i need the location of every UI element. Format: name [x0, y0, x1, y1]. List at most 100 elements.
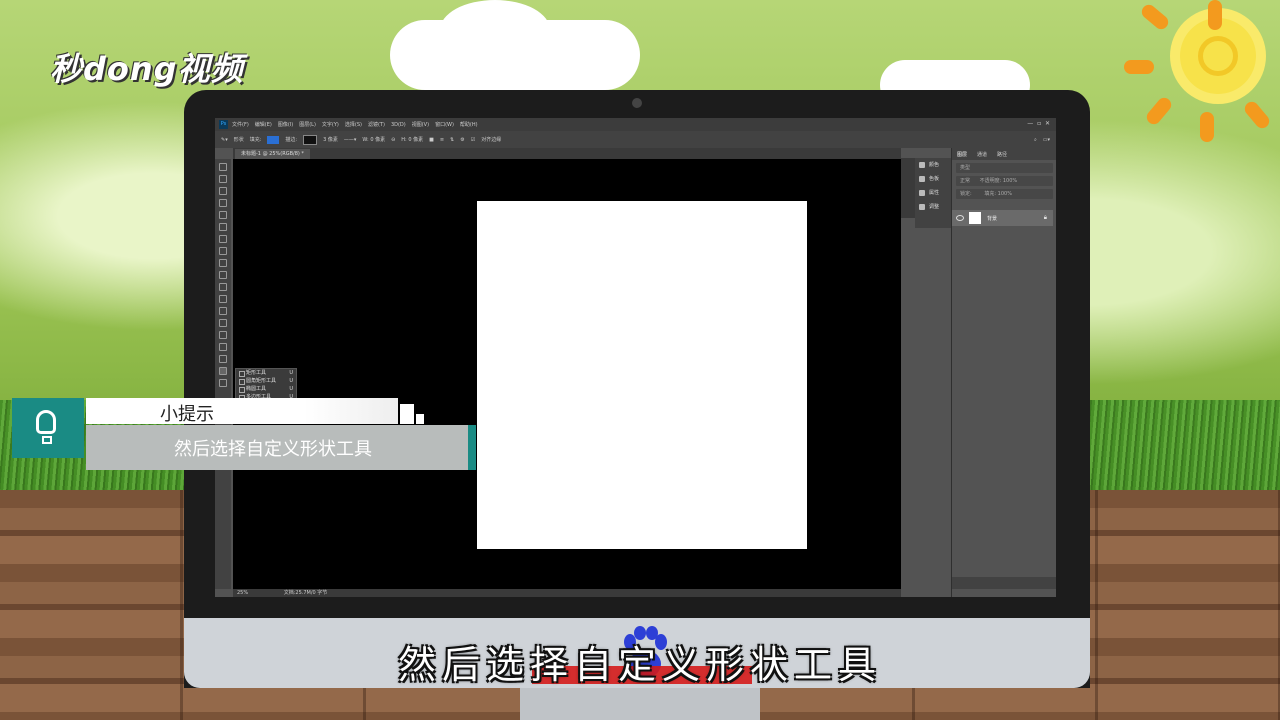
layers-panel: 图层 通道 路径 类型 正常 不透明度: 100% 锁定: 填充: 100% 背… — [951, 148, 1056, 597]
path-ops-icon[interactable]: ■ — [429, 137, 434, 143]
opacity-field[interactable]: 不透明度: 100% — [980, 178, 1018, 184]
menu-edit[interactable]: 编辑(E) — [255, 121, 272, 128]
stamp-tool-icon[interactable] — [219, 259, 227, 267]
lasso-tool-icon[interactable] — [219, 187, 227, 195]
fill-label: 填充: — [249, 137, 262, 143]
blur-tool-icon[interactable] — [219, 307, 227, 315]
fill-field[interactable]: 填充: 100% — [984, 191, 1012, 197]
stroke-size[interactable]: 3 像素 — [323, 136, 338, 143]
dodge-tool-icon[interactable] — [219, 319, 227, 327]
menu-image[interactable]: 图像(I) — [278, 121, 293, 128]
layers-footer-buttons[interactable] — [952, 577, 1056, 589]
flyout-item-key: U — [289, 386, 293, 392]
layers-panel-tabs: 图层 通道 路径 — [952, 148, 1056, 160]
tab-layers[interactable]: 图层 — [957, 151, 967, 158]
marquee-tool-icon[interactable] — [219, 175, 227, 183]
align-edges-label: 对齐边缘 — [481, 137, 502, 143]
dock-item-properties[interactable]: 属性 — [915, 186, 951, 200]
width-field[interactable]: W: 0 像素 — [362, 136, 385, 143]
quick-select-tool-icon[interactable] — [219, 199, 227, 207]
eye-icon[interactable] — [956, 215, 964, 221]
eraser-tool-icon[interactable] — [219, 283, 227, 291]
options-bar: ✎▾ 形状 填充: 描边: 3 像素 ——▾ W: 0 像素 ⊖ H: 0 像素… — [215, 131, 1056, 148]
tools-panel — [215, 159, 231, 589]
menu-file[interactable]: 文件(F) — [232, 121, 249, 128]
crop-tool-icon[interactable] — [219, 211, 227, 219]
panel-dock: 颜色 色板 属性 调整 — [915, 158, 951, 228]
subtitle-caption: 然后选择自定义形状工具 — [397, 643, 882, 687]
lightbulb-icon — [12, 398, 84, 458]
bulb-base — [42, 436, 52, 444]
path-arrange-icon[interactable]: ⇅ — [450, 137, 454, 143]
menu-select[interactable]: 选择(S) — [345, 121, 362, 128]
document-tab-bar: 未标题-1 @ 25%(RGB/8) * — [233, 148, 901, 159]
menu-window[interactable]: 窗口(W) — [435, 121, 454, 128]
window-controls[interactable]: — ▫ ✕ — [1027, 120, 1050, 127]
brush-tool-icon[interactable] — [219, 247, 227, 255]
gear-icon[interactable]: ⚙ — [460, 137, 464, 143]
bulb-shape — [36, 410, 56, 434]
dock-item-color[interactable]: 颜色 — [915, 158, 951, 172]
tab-paths[interactable]: 路径 — [997, 151, 1007, 158]
mode-select[interactable]: 形状 — [234, 136, 244, 143]
menu-help[interactable]: 帮助(H) — [460, 121, 478, 128]
shape-tool-icon[interactable]: ✎▾ — [221, 137, 228, 143]
dock-item-adjustments[interactable]: 调整 — [915, 200, 951, 214]
photoshop-logo-icon: Ps — [219, 120, 228, 129]
zoom-level[interactable]: 25% — [237, 590, 248, 596]
pen-tool-icon[interactable] — [219, 331, 227, 339]
tip-title: 小提示 — [160, 404, 214, 425]
dock-item-swatches[interactable]: 色板 — [915, 172, 951, 186]
tab-channels[interactable]: 通道 — [977, 151, 987, 158]
type-tool-icon[interactable] — [219, 343, 227, 351]
lock-label: 锁定: — [960, 191, 972, 197]
menu-filter[interactable]: 滤镜(T) — [368, 121, 385, 128]
history-mini-panel[interactable] — [901, 158, 915, 218]
decor-square — [400, 404, 414, 424]
document-tab[interactable]: 未标题-1 @ 25%(RGB/8) * — [235, 149, 310, 159]
monitor-stand — [520, 688, 760, 720]
flyout-item-label: 圆角矩形工具 — [246, 378, 277, 384]
search-icon[interactable]: ⌕ — [1034, 137, 1037, 143]
menu-bar: Ps 文件(F) 编辑(E) 图像(I) 图层(L) 文字(Y) 选择(S) 滤… — [215, 118, 1056, 131]
tip-body-bar: 然后选择自定义形状工具 — [86, 425, 476, 470]
stroke-type-select[interactable]: ——▾ — [344, 137, 357, 143]
fill-swatch[interactable] — [267, 135, 280, 144]
camera-icon — [632, 98, 642, 108]
flyout-item-rounded-rectangle[interactable]: 圆角矩形工具 U — [236, 377, 296, 385]
healing-tool-icon[interactable] — [219, 235, 227, 243]
sun-ray — [1208, 0, 1222, 30]
blend-mode-select[interactable]: 正常 — [960, 178, 970, 184]
sun-ray — [1200, 112, 1214, 142]
flyout-item-key: U — [289, 370, 293, 376]
link-icon[interactable]: ⊖ — [391, 137, 395, 143]
layer-thumbnail — [969, 212, 981, 224]
hand-tool-icon[interactable] — [219, 379, 227, 387]
gradient-tool-icon[interactable] — [219, 295, 227, 303]
decor-square — [416, 414, 424, 424]
doc-size: 文档:25.7M/0 字节 — [283, 590, 328, 596]
move-tool-icon[interactable] — [219, 163, 227, 171]
flyout-item-rectangle[interactable]: 矩形工具 U — [236, 369, 296, 377]
stroke-swatch[interactable] — [303, 134, 318, 145]
shape-tool-icon[interactable] — [219, 367, 227, 375]
eyedropper-tool-icon[interactable] — [219, 223, 227, 231]
workspace-icon[interactable]: ▭▾ — [1043, 137, 1050, 143]
height-field[interactable]: H: 0 像素 — [401, 136, 423, 143]
menu-view[interactable]: 视图(V) — [412, 121, 429, 128]
tip-title-bar: 小提示 — [86, 398, 398, 425]
layer-filter-kind[interactable]: 类型 — [956, 163, 1053, 173]
menu-type[interactable]: 文字(Y) — [322, 121, 339, 128]
menu-3d[interactable]: 3D(D) — [391, 122, 406, 128]
document-canvas[interactable] — [477, 201, 807, 549]
cloud-shape — [440, 0, 550, 60]
path-select-tool-icon[interactable] — [219, 355, 227, 363]
path-align-icon[interactable]: ≡ — [440, 137, 444, 143]
history-brush-tool-icon[interactable] — [219, 271, 227, 279]
tip-body: 然后选择自定义形状工具 — [174, 439, 372, 460]
layer-row[interactable]: 背景 🔒︎ — [952, 210, 1053, 226]
flyout-item-ellipse[interactable]: 椭圆工具 U — [236, 385, 296, 393]
flyout-item-label: 矩形工具 — [246, 370, 267, 376]
align-edges-checkbox[interactable]: ☑ — [471, 137, 475, 143]
menu-layer[interactable]: 图层(L) — [299, 121, 316, 128]
